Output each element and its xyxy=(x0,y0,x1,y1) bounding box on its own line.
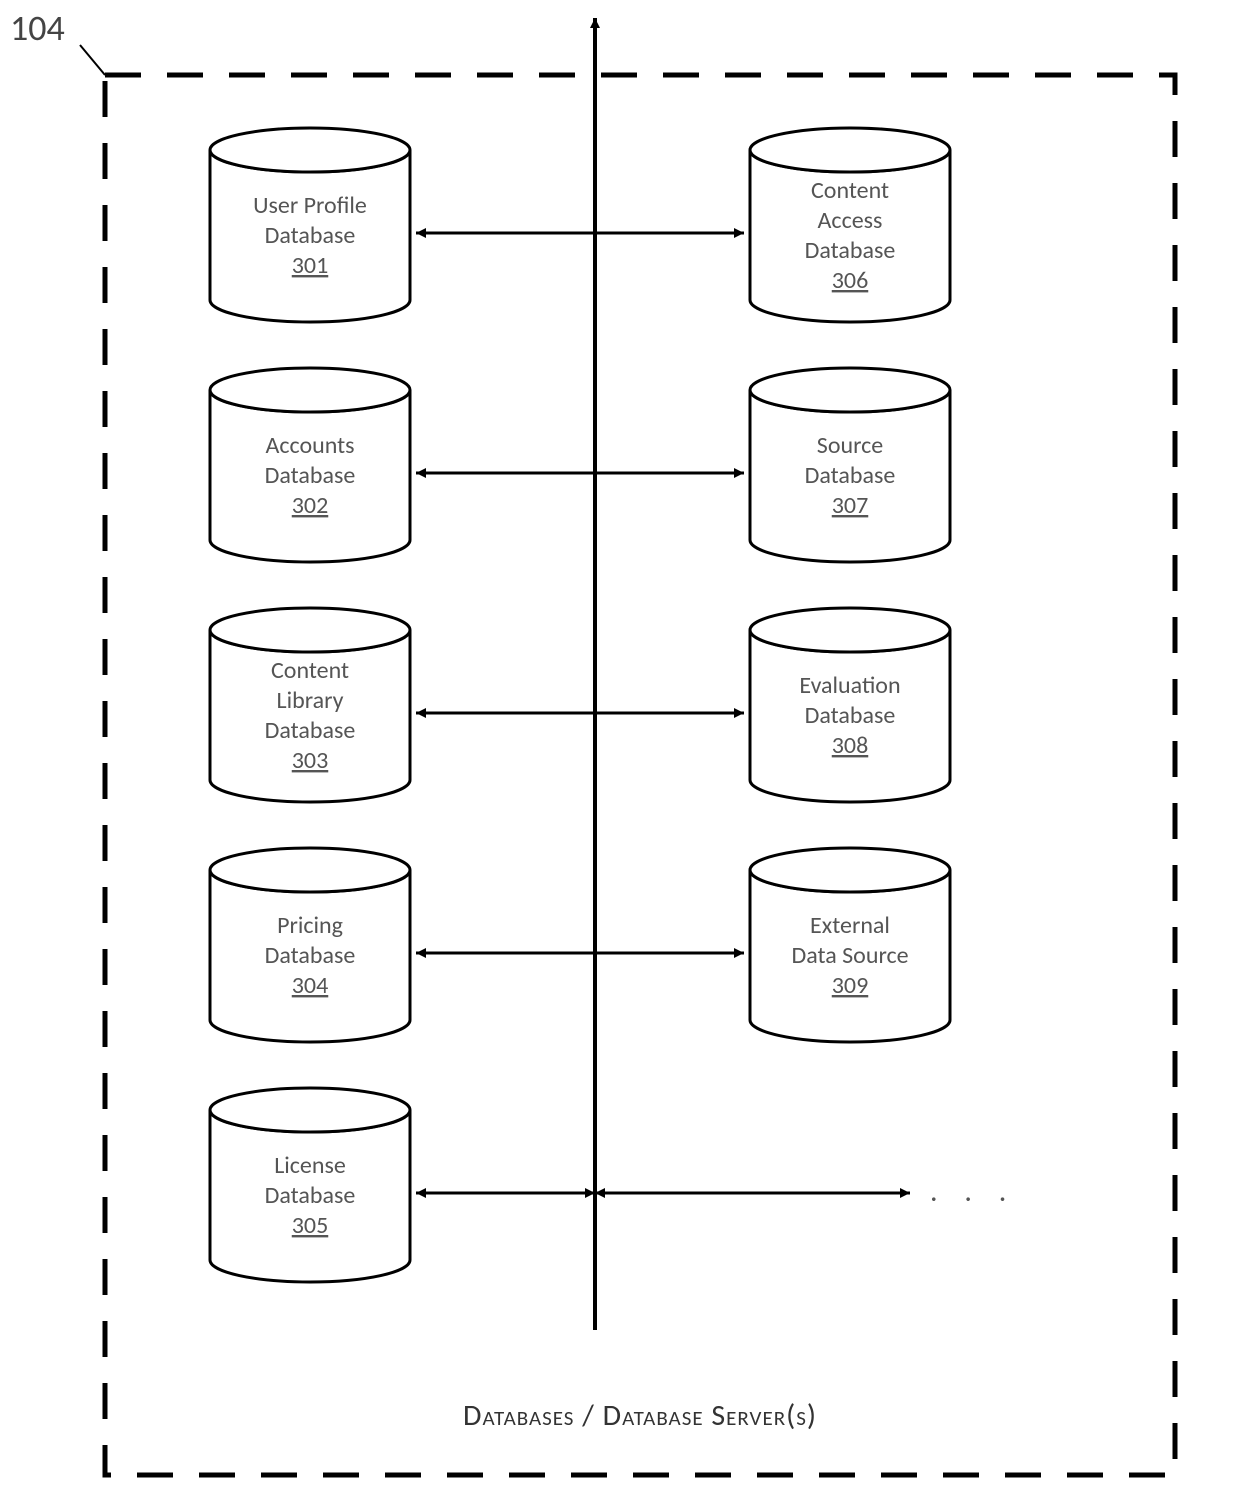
db-left-301-ref: 301 xyxy=(292,251,329,280)
ellipsis: . . . xyxy=(930,1173,1016,1210)
db-left-301: User ProfileDatabase301 xyxy=(210,128,410,322)
database-server-diagram: 104 Databases / Database Server(s) User Pr… xyxy=(0,0,1240,1489)
db-left-303-ref: 303 xyxy=(292,746,329,775)
db-right-308-ref: 308 xyxy=(832,731,869,760)
db-right-307-ref: 307 xyxy=(832,491,869,520)
db-left-304-label-0: Pricing xyxy=(277,911,343,940)
db-right-307-label-1: Database xyxy=(805,461,896,490)
db-right-309: ExternalData Source309 xyxy=(750,848,950,1042)
db-right-306-label-1: Access xyxy=(818,206,883,235)
db-right-307: SourceDatabase307 xyxy=(750,368,950,562)
db-right-306-label-0: Content xyxy=(811,176,889,205)
db-right-308-label-0: Evaluation xyxy=(799,671,900,700)
db-left-305-ref: 305 xyxy=(292,1211,329,1240)
db-right-306-label-2: Database xyxy=(805,236,896,265)
db-left-302-label-0: Accounts xyxy=(265,431,354,460)
db-left-305-label-0: License xyxy=(274,1151,346,1180)
db-right-307-label-0: Source xyxy=(817,431,883,460)
container-caption: Databases / Database Server(s) xyxy=(463,1397,817,1434)
db-left-303-label-0: Content xyxy=(271,656,349,685)
db-right-306: ContentAccessDatabase306 xyxy=(750,128,950,322)
db-right-309-label-0: External xyxy=(810,911,890,940)
db-left-305: LicenseDatabase305 xyxy=(210,1088,410,1282)
db-right-306-ref: 306 xyxy=(832,266,869,295)
db-right-308-label-1: Database xyxy=(805,701,896,730)
db-left-304: PricingDatabase304 xyxy=(210,848,410,1042)
db-left-302-label-1: Database xyxy=(265,461,356,490)
container-ref-number: 104 xyxy=(10,6,65,50)
db-right-309-label-1: Data Source xyxy=(791,941,908,970)
db-left-304-ref: 304 xyxy=(292,971,329,1000)
db-left-303-label-2: Database xyxy=(265,716,356,745)
ref-pointer xyxy=(80,45,105,75)
db-right-309-ref: 309 xyxy=(832,971,869,1000)
db-left-301-label-0: User Profile xyxy=(253,191,367,220)
db-left-301-label-1: Database xyxy=(265,221,356,250)
db-left-303: ContentLibraryDatabase303 xyxy=(210,608,410,802)
db-left-303-label-1: Library xyxy=(277,686,344,715)
db-left-304-label-1: Database xyxy=(265,941,356,970)
db-left-302-ref: 302 xyxy=(292,491,329,520)
db-left-302: AccountsDatabase302 xyxy=(210,368,410,562)
db-right-308: EvaluationDatabase308 xyxy=(750,608,950,802)
db-left-305-label-1: Database xyxy=(265,1181,356,1210)
